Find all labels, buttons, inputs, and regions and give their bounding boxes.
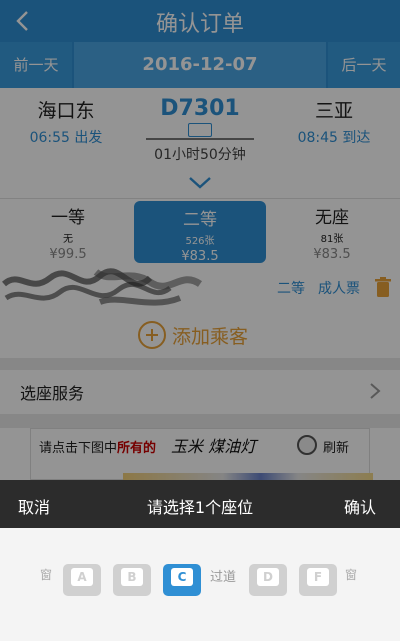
seat-button-f[interactable]: F: [299, 562, 337, 598]
seat-picker-toolbar: 取消 请选择1个座位 确认: [0, 480, 400, 528]
seat-picker-title: 请选择1个座位: [146, 498, 254, 517]
seat-letter: F: [307, 568, 329, 586]
aisle-label: 过道: [210, 570, 237, 585]
seat-letter: A: [71, 568, 93, 586]
window-label-right: 窗: [345, 568, 358, 582]
confirm-button[interactable]: 确认: [344, 494, 376, 518]
seat-letter: D: [257, 568, 279, 586]
window-label-left: 窗: [40, 568, 53, 582]
seat-button-b[interactable]: B: [113, 562, 151, 598]
seat-letter: B: [121, 568, 143, 586]
seat-button-d[interactable]: D: [249, 562, 287, 598]
seat-button-c[interactable]: C: [163, 562, 201, 598]
modal-overlay[interactable]: [0, 0, 400, 480]
seat-picker: 窗 A B C 过道 D F 窗: [0, 528, 400, 641]
seat-button-a[interactable]: A: [63, 562, 101, 598]
seat-letter: C: [171, 568, 193, 586]
